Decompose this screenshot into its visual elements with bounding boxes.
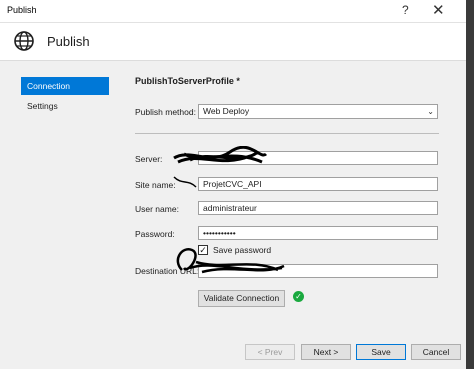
server-field[interactable] [198,151,438,165]
save-password-label: Save password [213,245,272,255]
globe-icon [14,31,34,51]
next-button[interactable]: Next > [301,344,351,360]
help-icon[interactable]: ? [402,3,409,17]
background-edge [466,0,474,369]
nav-item-connection[interactable]: Connection [21,77,109,95]
close-icon[interactable]: ✕ [432,1,445,19]
save-button[interactable]: Save [356,344,406,360]
nav-item-settings[interactable]: Settings [21,97,109,115]
profile-title: PublishToServerProfile * [135,76,240,86]
window-title: Publish [7,5,37,15]
divider [135,133,439,134]
chevron-down-icon: ⌄ [427,107,434,116]
password-label: Password: [135,229,175,239]
validate-connection-button[interactable]: Validate Connection [198,290,285,307]
title-bar: Publish ? ✕ [0,0,474,23]
redaction-scribble [173,176,197,188]
cancel-button[interactable]: Cancel [411,344,461,360]
server-label: Server: [135,154,163,164]
destination-url-label: Destination URL: [135,266,200,276]
dialog-header: Publish [0,23,474,61]
user-name-field[interactable]: administrateur [198,201,438,215]
publish-method-label: Publish method: [135,107,196,117]
success-check-icon: ✓ [293,291,304,302]
password-field[interactable]: ••••••••••• [198,226,438,240]
site-name-field[interactable]: ProjetCVC_API [198,177,438,191]
site-name-label: Site name: [135,180,176,190]
save-password-checkbox[interactable]: ✓ [198,245,208,255]
prev-button[interactable]: < Prev [245,344,295,360]
publish-method-value: Web Deploy [203,106,250,116]
user-name-label: User name: [135,204,179,214]
destination-url-field[interactable] [198,264,438,278]
publish-method-select[interactable]: Web Deploy ⌄ [198,104,438,119]
page-title: Publish [47,34,90,49]
publish-dialog: Publish ? ✕ Publish Connection Settings … [0,0,474,369]
